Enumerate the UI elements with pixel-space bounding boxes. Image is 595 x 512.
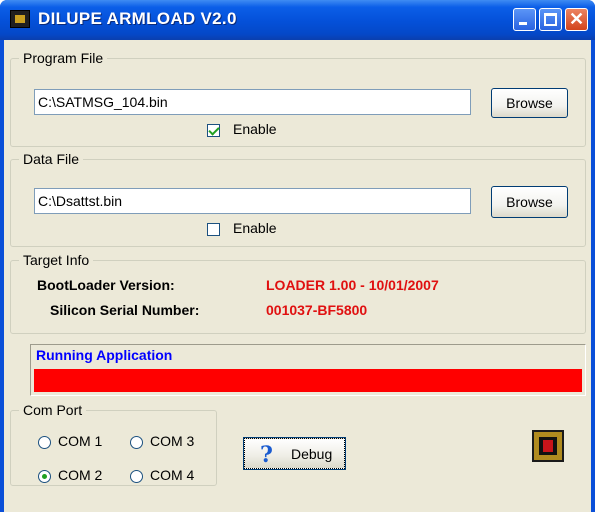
minimize-icon [519,22,527,25]
debug-label: Debug [291,446,333,462]
com1-label: COM 1 [58,433,103,449]
maximize-icon [544,13,557,26]
serial-number-label: Silicon Serial Number: [50,302,200,318]
app-icon[interactable] [10,10,30,28]
chip-icon[interactable] [532,430,564,462]
help-icon: ? [260,442,273,468]
close-icon: ✕ [568,9,585,29]
data-enable-label: Enable [233,220,277,236]
debug-button[interactable]: ? Debug [243,437,346,470]
com2-radio[interactable] [38,470,51,483]
dialog-body: Program File C:\SATMSG_104.bin Browse En… [4,40,591,512]
minimize-button[interactable] [513,8,536,31]
program-file-input[interactable]: C:\SATMSG_104.bin [34,89,471,115]
com1-radio[interactable] [38,436,51,449]
data-file-legend: Data File [23,151,80,167]
title-bar[interactable]: DILUPE ARMLOAD V2.0 ✕ [0,0,595,40]
program-browse-button[interactable]: Browse [491,88,568,118]
status-label: Running Application [36,347,173,363]
program-file-legend: Program File [23,50,104,66]
maximize-button[interactable] [539,8,562,31]
close-button[interactable]: ✕ [565,8,588,31]
program-enable-checkbox[interactable] [207,124,220,137]
bootloader-version-label: BootLoader Version: [37,277,175,293]
program-enable-label: Enable [233,121,277,137]
target-info-group: Target Info [10,252,586,334]
com-port-legend: Com Port [23,402,83,418]
data-file-input[interactable]: C:\Dsattst.bin [34,188,471,214]
serial-number-value: 001037-BF5800 [266,302,368,318]
data-browse-button[interactable]: Browse [491,186,568,218]
progress-bar [34,369,582,392]
com4-radio[interactable] [130,470,143,483]
app-window: DILUPE ARMLOAD V2.0 ✕ Program File C:\SA… [0,0,595,512]
com3-radio[interactable] [130,436,143,449]
target-info-legend: Target Info [23,252,90,268]
bootloader-version-value: LOADER 1.00 - 10/01/2007 [266,277,439,293]
com2-label: COM 2 [58,467,103,483]
com3-label: COM 3 [150,433,195,449]
com4-label: COM 4 [150,467,195,483]
window-title: DILUPE ARMLOAD V2.0 [38,9,237,28]
data-enable-checkbox[interactable] [207,223,220,236]
